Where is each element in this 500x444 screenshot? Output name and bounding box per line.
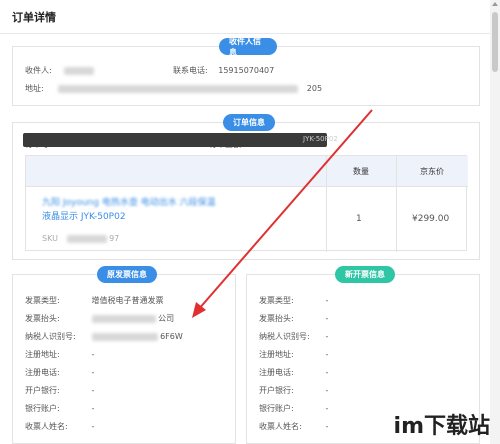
order-detail-modal: 订单详情 收件人信息 收件人: 联系电话: 15915070407 地址: 20… [0,0,490,444]
new-header-value: - [325,314,329,323]
orig-reg-addr-row: 注册地址: - [25,349,94,360]
recipient-phone-label: 联系电话: [173,66,208,75]
product-title-line-1: 九阳 Joyoung 电热水壶 电动出水 六段保温 [42,198,216,208]
header-divider [26,186,468,187]
new-reg-addr-label: 注册地址: [259,350,294,359]
orig-reg-addr-label: 注册地址: [25,350,60,359]
new-receiver-value: - [325,422,329,431]
orig-taxid-tail: 6F6W [160,332,183,341]
column-divider [326,156,327,252]
order-section: 订单信息 订单号: 141587537940 订单金额: ¥259.00 数量 … [12,114,480,260]
watermark: im下载站 [393,414,490,439]
new-type-row: 发票类型: - [259,295,328,306]
new-receiver-label: 收票人姓名: [259,422,302,431]
scrollbar-thumb[interactable] [492,12,498,72]
orig-receiver-value: - [91,422,95,431]
product-sku-row: SKU 97 [42,234,119,243]
orig-type-row: 发票类型: 增值税电子普通发票 [25,295,164,306]
orig-type-label: 发票类型: [25,296,60,305]
orig-receiver-label: 收票人姓名: [25,422,68,431]
product-sku-redacted [66,234,107,243]
orig-account-label: 银行账户: [25,404,60,413]
new-reg-addr-value: - [325,350,329,359]
order-section-label: 订单信息 [223,114,275,131]
orig-bank-row: 开户银行: - [25,385,94,396]
recipient-section: 收件人信息 收件人: 联系电话: 15915070407 地址: 205 [12,37,480,106]
orig-type-value: 增值税电子普通发票 [91,296,164,305]
recipient-phone-row: 联系电话: 15915070407 [173,65,274,76]
orig-taxid-label: 纳税人识别号: [25,332,76,341]
new-invoice-label: 新开票信息 [335,266,395,283]
orig-taxid-row: 纳税人识别号: 6F6W [25,331,183,342]
recipient-section-label: 收件人信息 [219,37,277,57]
orig-reg-addr-value: - [91,350,95,359]
recipient-name-redacted [64,66,95,75]
new-bank-label: 开户银行: [259,386,294,395]
new-taxid-value: - [325,332,329,341]
product-price: ¥299.00 [412,214,450,224]
orig-bank-value: - [91,386,95,395]
new-reg-phone-label: 注册电话: [259,368,294,377]
new-type-label: 发票类型: [259,296,294,305]
scroll-up-arrow-icon[interactable] [492,2,498,6]
new-account-row: 银行账户: - [259,403,328,414]
product-header-cell [26,156,326,186]
recipient-name-label: 收件人: [25,66,52,75]
product-qty: 1 [356,214,362,224]
recipient-address-label: 地址: [25,84,44,93]
orig-header-tail: 公司 [158,314,175,323]
new-reg-addr-row: 注册地址: - [259,349,328,360]
original-invoice-section: 原发票信息 发票类型: 增值税电子普通发票 发票抬头: 公司 纳税人识别号: 6… [12,266,236,444]
orig-header-label: 发票抬头: [25,314,60,323]
new-account-value: - [325,404,329,413]
new-header-label: 发票抬头: [259,314,294,323]
new-bank-row: 开户银行: - [259,385,328,396]
recipient-address-tail: 205 [306,84,323,93]
orig-taxid-redacted [91,332,158,341]
new-header-row: 发票抬头: - [259,313,328,324]
product-title-link[interactable]: 九阳 Joyoung 电热水壶 电动出水 六段保温 液晶显示 JYK-50P02 [42,196,272,224]
new-taxid-row: 纳税人识别号: - [259,331,328,342]
recipient-name-row: 收件人: [25,65,95,76]
orig-reg-phone-label: 注册电话: [25,368,60,377]
orig-header-redacted [91,314,156,323]
tooltip-bar-text: JYK-50P02 [303,135,338,143]
column-divider [396,156,397,252]
orig-account-row: 银行账户: - [25,403,94,414]
new-reg-phone-row: 注册电话: - [259,367,328,378]
modal-title: 订单详情 [12,10,56,24]
product-title-line-2: 液晶显示 JYK-50P02 [42,212,126,222]
price-header: 京东价 [396,156,468,186]
original-invoice-label: 原发票信息 [97,266,157,283]
new-reg-phone-value: - [325,368,329,377]
modal-header: 订单详情 [0,0,490,34]
product-table: 数量 京东价 九阳 Joyoung 电热水壶 电动出水 六段保温 液晶显示 JY… [25,155,468,252]
qty-header: 数量 [326,156,396,186]
orig-reg-phone-row: 注册电话: - [25,367,94,378]
orig-header-row: 发票抬头: 公司 [25,313,174,324]
orig-account-value: - [91,404,95,413]
recipient-address-row: 地址: 205 [25,83,322,94]
tooltip-bar: JYK-50P02 [23,133,338,147]
vertical-scrollbar[interactable] [490,0,500,444]
new-taxid-label: 纳税人识别号: [259,332,310,341]
new-receiver-row: 收票人姓名: - [259,421,328,432]
product-sku-prefix: SKU [42,234,58,243]
recipient-phone-value: 15915070407 [218,66,275,75]
new-account-label: 银行账户: [259,404,294,413]
new-type-value: - [325,296,329,305]
new-bank-value: - [325,386,329,395]
orig-receiver-row: 收票人姓名: - [25,421,94,432]
recipient-address-redacted [58,84,299,93]
product-sku-tail: 97 [109,234,120,243]
orig-bank-label: 开户银行: [25,386,60,395]
orig-reg-phone-value: - [91,368,95,377]
